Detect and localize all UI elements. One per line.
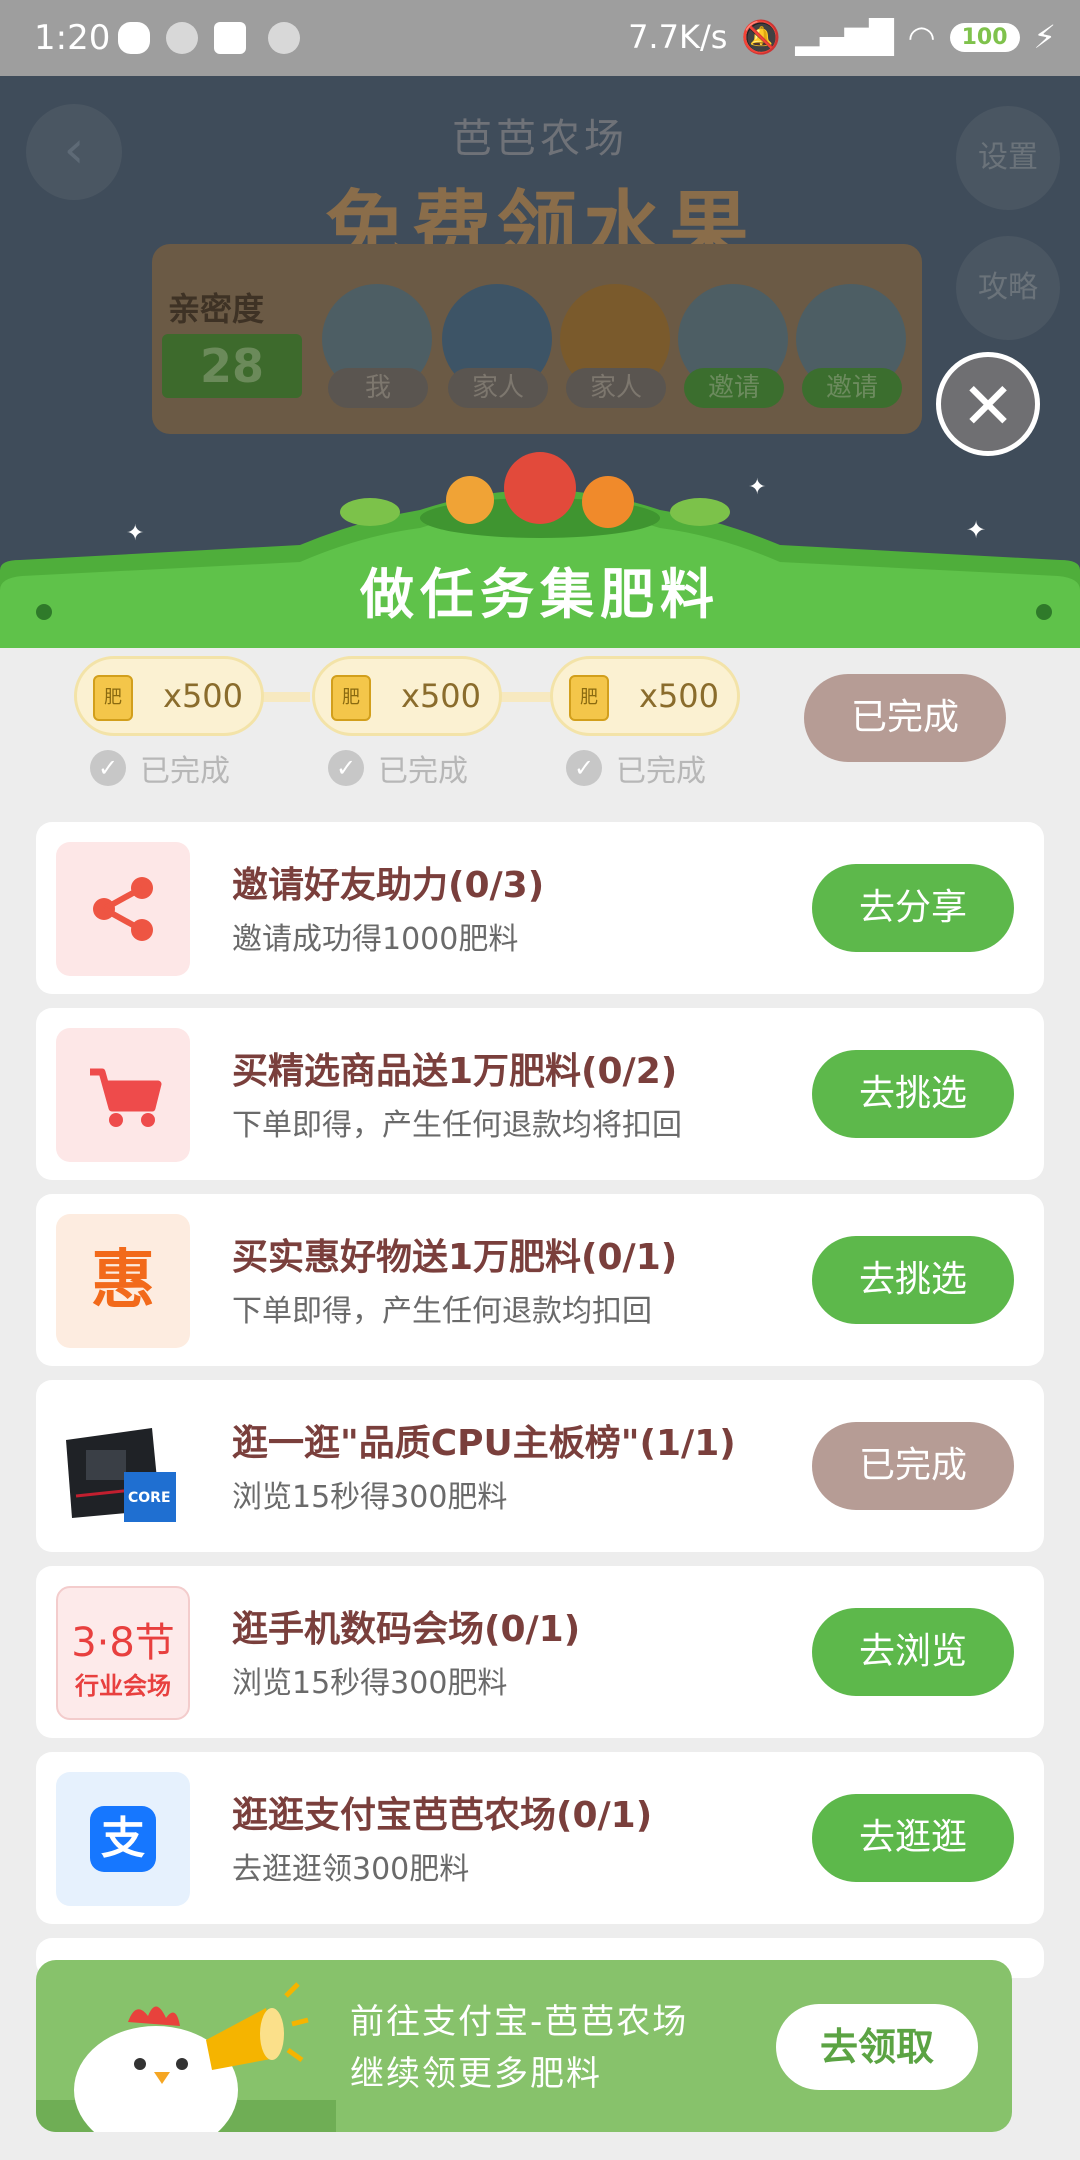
task-card: 买精选商品送1万肥料(0/2) 下单即得，产生任何退款均将扣回 去挑选 <box>36 1008 1044 1180</box>
share-button[interactable]: 去分享 <box>812 864 1014 952</box>
fertilizer-progress: 肥 x500 ✓ 已完成 肥 x500 ✓ 已完成 肥 x500 ✓ 已完成 已… <box>0 648 1080 808</box>
banner-line-1: 前往支付宝-芭芭农场 <box>350 2002 689 2042</box>
svg-text:✦: ✦ <box>966 516 986 544</box>
task-sheet: 肥 x500 ✓ 已完成 肥 x500 ✓ 已完成 肥 x500 ✓ 已完成 已… <box>0 648 1080 2160</box>
task-subtitle: 邀请成功得1000肥料 <box>232 922 519 957</box>
motherboard-image: CORE i7 <box>56 1400 190 1534</box>
task-sheet-header: ✦ ✦ ✦ 做任务集肥料 <box>0 440 1080 650</box>
progress-status-label: 已完成 <box>378 754 468 789</box>
progress-status: ✓ 已完成 <box>90 746 230 790</box>
member-label: 我 <box>328 368 428 408</box>
invite-button[interactable]: 邀请 <box>802 368 902 408</box>
pick-button[interactable]: 去挑选 <box>812 1236 1014 1324</box>
check-icon: ✓ <box>328 750 364 786</box>
task-title: 邀请好友助力(0/3) <box>232 865 545 906</box>
alipay-icon: 支 <box>56 1772 190 1906</box>
close-icon[interactable]: ✕ <box>936 352 1040 456</box>
member-label: 家人 <box>448 368 548 408</box>
task-subtitle: 下单即得，产生任何退款均将扣回 <box>232 1108 682 1143</box>
guide-button[interactable]: 攻略 <box>956 236 1060 340</box>
progress-status: ✓ 已完成 <box>328 746 468 790</box>
status-bar: 1:20 7.7K/s 🔕 ▂▄▆█ ◠ 100 ⚡ <box>0 0 1080 76</box>
invite-button[interactable]: 邀请 <box>684 368 784 408</box>
banner-text: 前往支付宝-芭芭农场 继续领更多肥料 <box>350 1996 688 2100</box>
progress-reward: 肥 x500 <box>312 656 502 736</box>
intimacy-score: 28 <box>162 334 302 398</box>
mute-icon: 🔕 <box>741 18 782 56</box>
visit-button[interactable]: 去逛逛 <box>812 1794 1014 1882</box>
task-card: 惠 买实惠好物送1万肥料(0/1) 下单即得，产生任何退款均扣回 去挑选 <box>36 1194 1044 1366</box>
hui-icon: 惠 <box>56 1214 190 1348</box>
task-subtitle: 去逛逛领300肥料 <box>232 1852 470 1887</box>
sheet-title: 做任务集肥料 <box>360 563 720 626</box>
chicken-mascot-icon <box>36 1982 336 2132</box>
status-time: 1:20 <box>34 18 111 58</box>
share-icon <box>56 842 190 976</box>
family-panel: 亲密度 28 我 家人 家人 邀请 邀请 <box>152 244 922 434</box>
alipay-farm-banner[interactable]: 前往支付宝-芭芭农场 继续领更多肥料 去领取 <box>36 1960 1012 2132</box>
reward-amount: x500 <box>163 677 244 715</box>
task-title: 逛一逛"品质CPU主板榜"(1/1) <box>232 1423 736 1464</box>
check-icon: ✓ <box>566 750 602 786</box>
member-label: 家人 <box>566 368 666 408</box>
reward-amount: x500 <box>639 677 720 715</box>
pick-button[interactable]: 去挑选 <box>812 1050 1014 1138</box>
wifi-icon: ◠ <box>907 18 936 56</box>
settings-button[interactable]: 设置 <box>956 106 1060 210</box>
task-card: 邀请好友助力(0/3) 邀请成功得1000肥料 去分享 <box>36 822 1044 994</box>
cart-icon <box>56 1028 190 1162</box>
wechat-icon <box>118 22 150 54</box>
progress-status-label: 已完成 <box>140 754 230 789</box>
cpu-label: CORE i7 <box>128 1490 190 1506</box>
signal-icon: ▂▄▆█ <box>795 18 894 56</box>
fertilizer-icon: 肥 <box>569 675 609 721</box>
task-title: 买精选商品送1万肥料(0/2) <box>232 1051 678 1092</box>
progress-status-label: 已完成 <box>616 754 706 789</box>
browse-button[interactable]: 去浏览 <box>812 1608 1014 1696</box>
progress-reward: 肥 x500 <box>550 656 740 736</box>
task-card: 支 逛逛支付宝芭芭农场(0/1) 去逛逛领300肥料 去逛逛 <box>36 1752 1044 1924</box>
claim-button[interactable]: 去领取 <box>776 2004 978 2090</box>
task-subtitle: 浏览15秒得300肥料 <box>232 1480 508 1515</box>
task-subtitle: 下单即得，产生任何退款均扣回 <box>232 1294 652 1329</box>
task-title: 逛手机数码会场(0/1) <box>232 1609 581 1650</box>
progress-reward: 肥 x500 <box>74 656 264 736</box>
reward-amount: x500 <box>401 677 482 715</box>
task-title: 买实惠好物送1万肥料(0/1) <box>232 1237 678 1278</box>
task-card: CORE i7 逛一逛"品质CPU主板榜"(1/1) 浏览15秒得300肥料 已… <box>36 1380 1044 1552</box>
battery-indicator: 100 <box>949 22 1020 52</box>
progress-done-button[interactable]: 已完成 <box>804 674 1006 762</box>
intimacy-label: 亲密度 <box>168 290 265 328</box>
completed-button[interactable]: 已完成 <box>812 1422 1014 1510</box>
charging-icon: ⚡ <box>1033 18 1056 56</box>
notification-dot-icon <box>268 22 300 54</box>
venue-label: 行业会场 <box>75 1672 171 1700</box>
notification-dot-icon <box>166 22 198 54</box>
fertilizer-icon: 肥 <box>331 675 371 721</box>
network-speed: 7.7K/s <box>628 18 728 56</box>
festival-label: 3·8节 <box>71 1620 175 1666</box>
svg-text:✦: ✦ <box>748 475 766 500</box>
banner-line-2: 继续领更多肥料 <box>350 2054 602 2094</box>
alipay-logo: 支 <box>90 1806 156 1872</box>
task-subtitle: 浏览15秒得300肥料 <box>232 1666 508 1701</box>
task-card: 3·8节 行业会场 逛手机数码会场(0/1) 浏览15秒得300肥料 去浏览 <box>36 1566 1044 1738</box>
38-festival-icon: 3·8节 行业会场 <box>56 1586 190 1720</box>
svg-text:✦: ✦ <box>126 521 144 546</box>
browser-icon <box>214 22 246 54</box>
check-icon: ✓ <box>90 750 126 786</box>
task-title: 逛逛支付宝芭芭农场(0/1) <box>232 1795 653 1836</box>
fertilizer-icon: 肥 <box>93 675 133 721</box>
app-name: 芭芭农场 <box>452 116 628 162</box>
progress-status: ✓ 已完成 <box>566 746 706 790</box>
